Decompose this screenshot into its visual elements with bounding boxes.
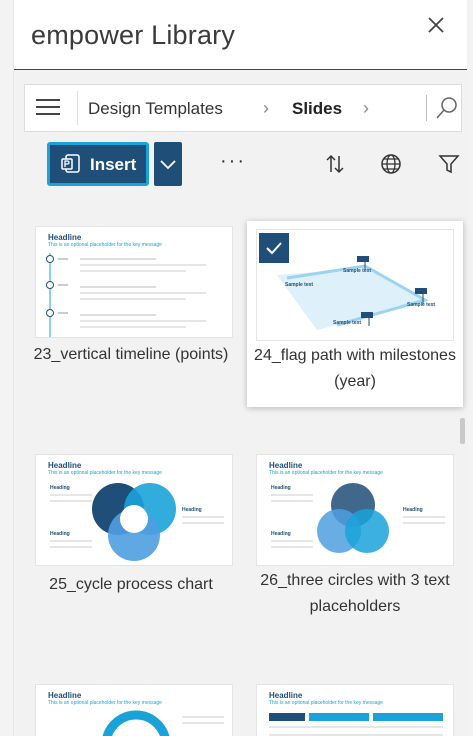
template-card-27[interactable]: Headline This is an optional placeholder… <box>24 676 238 736</box>
scrollbar[interactable] <box>459 200 467 736</box>
template-card-24[interactable]: Sample text Sample text Sample text Samp… <box>247 221 463 407</box>
scrollbar-thumb[interactable] <box>460 418 465 444</box>
close-icon[interactable] <box>423 14 449 40</box>
breadcrumb-bar: Design Templates › Slides › <box>24 84 462 132</box>
left-window-edge <box>0 0 14 736</box>
template-thumbnail: Headline This is an optional placeholder… <box>35 454 233 566</box>
nav-divider <box>77 91 78 125</box>
template-thumbnail: Headline This is an optional placeholder… <box>35 226 233 338</box>
template-thumbnail: Headline This is an optional placeholder… <box>35 684 233 736</box>
selected-checkmark-icon[interactable] <box>259 233 289 263</box>
insert-label: Insert <box>90 155 137 174</box>
sort-icon[interactable] <box>324 153 346 175</box>
table-graphic <box>269 713 443 736</box>
thumb-heading: Heading <box>50 485 70 491</box>
vertical-timeline-graphic <box>46 253 206 337</box>
powerpoint-icon <box>61 154 80 173</box>
empower-library-pane: empower Library Design Templates › Slide… <box>14 0 467 736</box>
insert-button[interactable]: Insert <box>47 142 149 186</box>
search-icon[interactable] <box>435 96 459 120</box>
thumb-sample-text: Sample text <box>333 320 362 326</box>
filter-icon[interactable] <box>438 153 460 175</box>
template-caption: 23_vertical timeline (points) <box>33 346 229 363</box>
thumb-sample-text: Sample text <box>343 268 372 274</box>
three-circles-graphic <box>271 483 445 553</box>
breadcrumb-design-templates[interactable]: Design Templates <box>88 99 223 119</box>
search-separator <box>426 95 427 121</box>
thumb-heading: Heading <box>271 485 291 491</box>
arc-graphic <box>102 710 224 736</box>
template-card-25[interactable]: Headline This is an optional placeholder… <box>24 446 238 626</box>
template-card-26[interactable]: Headline This is an optional placeholder… <box>247 446 463 636</box>
template-thumbnail: Headline This is an optional placeholder… <box>256 454 454 566</box>
template-caption: 25_cycle process chart <box>49 576 213 593</box>
hamburger-menu-icon[interactable] <box>36 99 60 117</box>
right-window-edge <box>467 0 473 736</box>
toolbar: Insert ··· <box>46 140 466 188</box>
template-caption: 26_three circles with 3 text placeholder… <box>260 572 450 615</box>
insert-dropdown-button[interactable] <box>154 142 182 186</box>
template-caption: 24_flag path with milestones (year) <box>254 347 456 390</box>
cycle-process-graphic <box>50 483 224 561</box>
chevron-down-icon <box>160 160 176 170</box>
title-bar: empower Library <box>14 0 467 70</box>
thumb-heading: Heading <box>271 531 291 537</box>
thumb-heading: Heading <box>182 507 202 513</box>
globe-icon[interactable] <box>380 153 402 175</box>
template-card-23[interactable]: Headline This is an optional placeholder… <box>24 218 238 404</box>
more-options-button[interactable]: ··· <box>220 150 246 173</box>
template-thumbnail: Headline This is an optional placeholder… <box>256 684 454 736</box>
template-card-28[interactable]: Headline This is an optional placeholder… <box>247 676 463 736</box>
thumb-heading: Heading <box>50 531 70 537</box>
thumb-sample-text: Sample text <box>407 302 436 308</box>
breadcrumb-slides[interactable]: Slides <box>292 99 342 119</box>
chevron-right-icon: › <box>263 98 269 118</box>
chevron-right-icon[interactable]: › <box>363 98 369 119</box>
thumb-sample-text: Sample text <box>285 282 314 288</box>
thumb-heading: Heading <box>403 507 423 513</box>
pane-title: empower Library <box>31 20 236 50</box>
